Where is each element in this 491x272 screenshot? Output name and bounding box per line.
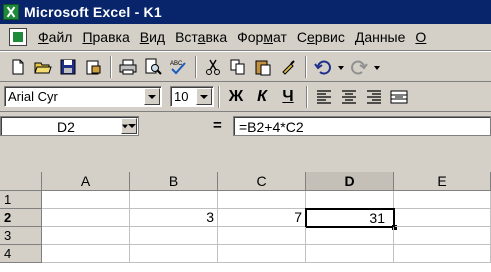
spelling-icon[interactable]: ABC <box>166 55 190 79</box>
chevron-down-icon[interactable] <box>196 88 212 105</box>
chevron-down-icon[interactable] <box>144 88 160 105</box>
title-bar: Microsoft Excel - K1 <box>0 0 491 24</box>
cell-b4[interactable] <box>130 245 218 263</box>
row-header-3[interactable]: 3 <box>0 227 42 245</box>
formula-input[interactable]: =B2+4*C2 <box>233 116 491 136</box>
cell-d1[interactable] <box>306 191 394 209</box>
align-right-icon[interactable] <box>362 85 386 109</box>
underline-button[interactable]: Ч <box>276 85 300 109</box>
menu-edit[interactable]: Правка <box>77 29 134 45</box>
cell-a3[interactable] <box>42 227 130 245</box>
cell-c1[interactable] <box>218 191 306 209</box>
undo-icon[interactable] <box>311 55 335 79</box>
cell-d3[interactable] <box>306 227 394 245</box>
cell-e4[interactable] <box>394 245 491 263</box>
cell-c4[interactable] <box>218 245 306 263</box>
select-all-corner[interactable] <box>0 172 42 191</box>
cell-b2[interactable]: 3 <box>130 209 218 227</box>
toolbar-separator <box>195 55 197 78</box>
chevron-down-icon[interactable] <box>121 118 137 134</box>
column-header-c[interactable]: C <box>218 172 306 191</box>
menu-file[interactable]: Файл <box>33 29 77 45</box>
name-box-value: D2 <box>57 119 75 135</box>
menu-insert[interactable]: Вставка <box>170 29 232 45</box>
cell-b1[interactable] <box>130 191 218 209</box>
standard-toolbar: ABC <box>0 52 491 82</box>
formula-bar: D2 = =B2+4*C2 <box>0 112 491 140</box>
format-painter-icon[interactable] <box>276 55 300 79</box>
row-header-1[interactable]: 1 <box>0 191 42 209</box>
menu-format[interactable]: Формат <box>232 29 292 45</box>
permission-icon[interactable] <box>81 55 105 79</box>
excel-icon[interactable] <box>3 4 19 20</box>
cell-c2[interactable]: 7 <box>218 209 306 227</box>
cell-c3[interactable] <box>218 227 306 245</box>
cell-a2[interactable] <box>42 209 130 227</box>
formula-text: =B2+4*C2 <box>239 119 304 135</box>
copy-icon[interactable] <box>226 55 250 79</box>
font-name-value: Arial Cyr <box>8 89 58 104</box>
formatting-toolbar: Arial Cyr 10 Ж К Ч <box>0 82 491 112</box>
menu-tools[interactable]: Сервис <box>292 29 350 45</box>
cell-d2[interactable]: 31 <box>305 208 395 228</box>
toolbar-separator <box>110 55 112 78</box>
redo-dropdown-icon[interactable] <box>372 55 382 79</box>
redo-icon[interactable] <box>347 55 371 79</box>
menu-bar: Файл Правка Вид Вставка Формат Сервис Да… <box>0 24 491 51</box>
cell-a1[interactable] <box>42 191 130 209</box>
merge-center-icon[interactable] <box>387 85 411 109</box>
font-size-value: 10 <box>174 89 189 104</box>
align-center-icon[interactable] <box>337 85 361 109</box>
menu-window[interactable]: О <box>410 29 431 45</box>
formula-equals[interactable]: = <box>213 117 222 134</box>
workbook-icon[interactable] <box>9 28 27 46</box>
font-size-select[interactable]: 10 <box>170 86 214 107</box>
save-icon[interactable] <box>56 55 80 79</box>
cell-d4[interactable] <box>306 245 394 263</box>
row-header-4[interactable]: 4 <box>0 245 42 263</box>
print-preview-icon[interactable] <box>141 55 165 79</box>
toolbar-separator <box>218 85 220 108</box>
cell-e1[interactable] <box>394 191 491 209</box>
column-header-e[interactable]: E <box>394 172 491 191</box>
new-icon[interactable] <box>6 55 30 79</box>
menu-data[interactable]: Данные <box>350 29 411 45</box>
cell-e2[interactable] <box>395 209 491 227</box>
paste-icon[interactable] <box>251 55 275 79</box>
print-icon[interactable] <box>116 55 140 79</box>
cut-icon[interactable] <box>201 55 225 79</box>
worksheet-grid: A B C D E 1 2 3 4 3 7 31 <box>0 140 491 272</box>
column-header-a[interactable]: A <box>42 172 130 191</box>
menu-view[interactable]: Вид <box>135 29 170 45</box>
column-header-d[interactable]: D <box>306 172 394 191</box>
toolbar-separator <box>306 85 308 108</box>
italic-button[interactable]: К <box>250 85 274 109</box>
undo-dropdown-icon[interactable] <box>336 55 346 79</box>
name-box[interactable]: D2 <box>0 116 139 136</box>
align-left-icon[interactable] <box>312 85 336 109</box>
toolbar-separator <box>305 55 307 78</box>
font-name-select[interactable]: Arial Cyr <box>4 86 162 107</box>
open-icon[interactable] <box>31 55 55 79</box>
cell-a4[interactable] <box>42 245 130 263</box>
window-title: Microsoft Excel - K1 <box>24 4 162 20</box>
cell-e3[interactable] <box>394 227 491 245</box>
row-header-2[interactable]: 2 <box>0 209 42 227</box>
bold-button[interactable]: Ж <box>224 85 248 109</box>
column-header-b[interactable]: B <box>130 172 218 191</box>
cell-b3[interactable] <box>130 227 218 245</box>
